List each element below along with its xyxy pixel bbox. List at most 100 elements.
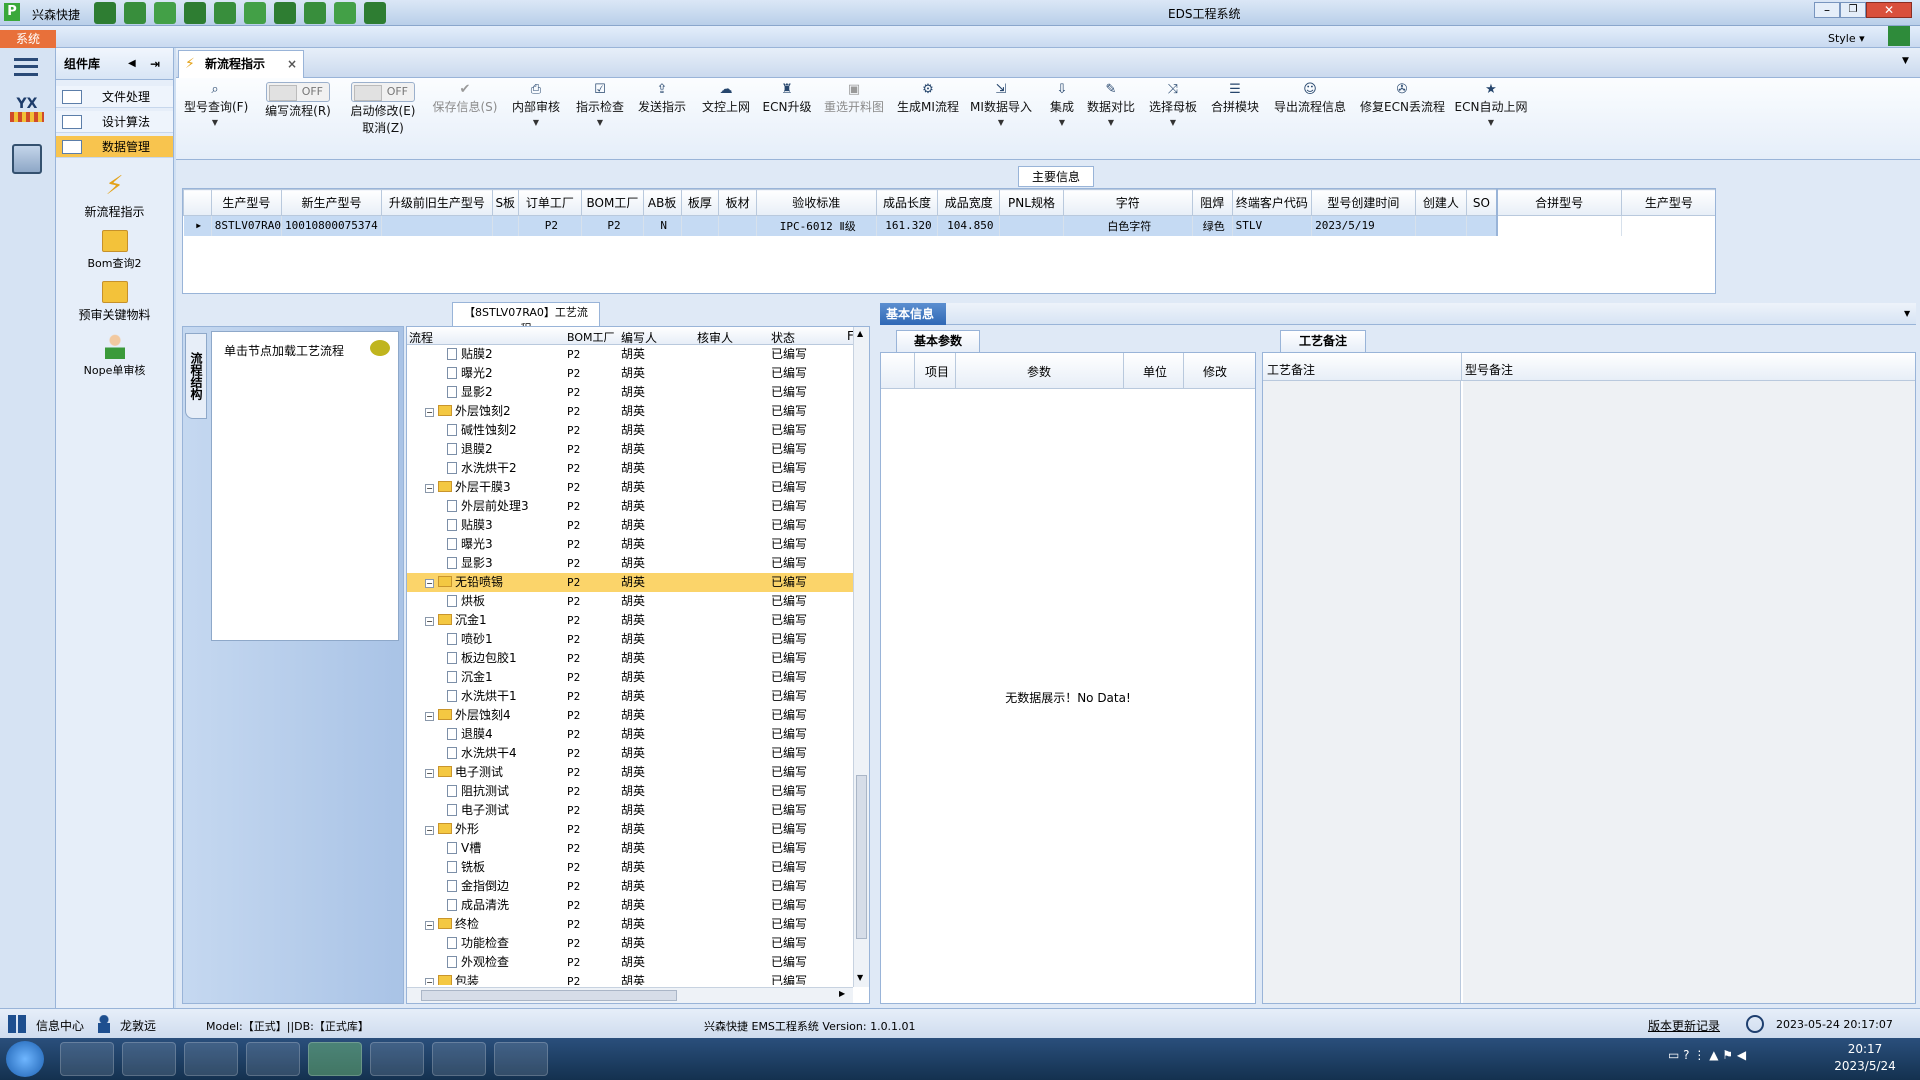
tree-cell-bom[interactable]: P2 xyxy=(567,668,580,687)
info-center-icon[interactable] xyxy=(8,1015,26,1033)
col-header[interactable]: AB板 xyxy=(642,189,682,216)
tree-row[interactable]: 铣板 P2 胡英 已编写 xyxy=(407,858,869,877)
repair-ecn-button[interactable]: ✇ 修复ECN丢流程 xyxy=(1360,82,1445,115)
tree-node[interactable]: 水洗烘干1 xyxy=(447,687,517,706)
tree-cell-bom[interactable]: P2 xyxy=(567,630,580,649)
start-modify-switch[interactable]: OFF xyxy=(351,82,415,102)
tree-node[interactable]: − 外层干膜3 xyxy=(425,478,511,497)
tree-cell-writer[interactable]: 胡英 xyxy=(621,763,645,782)
tree-node[interactable]: 成品清洗 xyxy=(447,896,509,915)
cell[interactable] xyxy=(718,215,757,236)
generate-mi-button[interactable]: ⚙ 生成MI流程 xyxy=(896,82,960,115)
tree-cell-writer[interactable]: 胡英 xyxy=(621,877,645,896)
tree-row[interactable]: 退膜2 P2 胡英 已编写 xyxy=(407,440,869,459)
tree-cell-writer[interactable]: 胡英 xyxy=(621,649,645,668)
tab-new-flow[interactable]: ⚡ 新流程指示 × xyxy=(178,50,304,78)
cell[interactable]: IPC-6012 Ⅱ级 xyxy=(756,215,877,236)
volume-icon[interactable]: ◀ xyxy=(1737,1048,1746,1062)
tree-cell-status[interactable]: 已编写 xyxy=(771,668,807,687)
taskbar-app-eye[interactable] xyxy=(370,1042,424,1076)
tree-node[interactable]: − 外形 xyxy=(425,820,479,839)
tree-node[interactable]: 碱性蚀刻2 xyxy=(447,421,517,440)
tree-cell-bom[interactable]: P2 xyxy=(567,915,580,934)
save-info-button[interactable]: ✔ 保存信息(S) xyxy=(432,82,498,115)
tree-cell-writer[interactable]: 胡英 xyxy=(621,934,645,953)
cell[interactable]: 161.320 xyxy=(876,215,939,236)
tree-node[interactable]: − 电子测试 xyxy=(425,763,503,782)
tree-row[interactable]: − 终检 P2 胡英 已编写 xyxy=(407,915,869,934)
tree-cell-bom[interactable]: P2 xyxy=(567,459,580,478)
tree-cell-bom[interactable]: P2 xyxy=(567,478,580,497)
tree-cell-writer[interactable]: 胡英 xyxy=(621,611,645,630)
col-header[interactable]: 成品长度 xyxy=(875,189,939,216)
start-modify-toggle[interactable]: OFF 启动修改(E) 取消(Z) xyxy=(346,82,420,136)
tree-cell-writer[interactable]: 胡英 xyxy=(621,801,645,820)
tree-cell-bom[interactable]: P2 xyxy=(567,402,580,421)
ecn-auto-online-button[interactable]: ★ ECN自动上网 ▼ xyxy=(1454,82,1528,127)
monitor-quick-icon[interactable] xyxy=(364,2,386,24)
tree-row[interactable]: 曝光3 P2 胡英 已编写 xyxy=(407,535,869,554)
tree-cell-status[interactable]: 已编写 xyxy=(771,725,807,744)
tree-node[interactable]: 烘板 xyxy=(447,592,485,611)
tree-cell-bom[interactable]: P2 xyxy=(567,820,580,839)
tree-cell-writer[interactable]: 胡英 xyxy=(621,915,645,934)
collapse-toggle-icon[interactable]: − xyxy=(425,826,434,835)
side-cell[interactable] xyxy=(1621,215,1715,236)
tree-cell-writer[interactable]: 胡英 xyxy=(621,896,645,915)
changelog-link[interactable]: 版本更新记录 xyxy=(1648,1017,1720,1034)
cell[interactable] xyxy=(1415,215,1468,236)
tree-cell-status[interactable]: 已编写 xyxy=(771,934,807,953)
col-header[interactable]: 字符 xyxy=(1062,189,1193,216)
tree-cell-writer[interactable]: 胡英 xyxy=(621,668,645,687)
tree-node[interactable]: 沉金1 xyxy=(447,668,493,687)
col-header[interactable]: 板厚 xyxy=(680,189,720,216)
tree-cell-bom[interactable]: P2 xyxy=(567,687,580,706)
tree-node[interactable]: 贴膜3 xyxy=(447,516,493,535)
col-header[interactable]: 创建人 xyxy=(1414,189,1468,216)
col-header[interactable]: BOM工厂 xyxy=(567,329,615,345)
tree-cell-status[interactable]: 已编写 xyxy=(771,782,807,801)
start-button[interactable] xyxy=(6,1041,44,1077)
scroll-thumb[interactable] xyxy=(856,775,867,939)
model-remarks-textarea[interactable] xyxy=(1463,381,1915,1003)
col-header[interactable]: 订单工厂 xyxy=(517,189,583,216)
tree-node[interactable]: 金指倒边 xyxy=(447,877,509,896)
tree-cell-writer[interactable]: 胡英 xyxy=(621,535,645,554)
tree-cell-bom[interactable]: P2 xyxy=(567,649,580,668)
tree-cell-bom[interactable]: P2 xyxy=(567,535,580,554)
tree-node[interactable]: 贴膜2 xyxy=(447,345,493,364)
tree-cell-status[interactable]: 已编写 xyxy=(771,649,807,668)
col-header[interactable]: 验收标准 xyxy=(755,189,877,216)
cancel-label[interactable]: 取消(Z) xyxy=(362,121,404,135)
tree-row[interactable]: 外观检查 P2 胡英 已编写 xyxy=(407,953,869,972)
keyboard-icon[interactable]: ▭ xyxy=(1668,1048,1679,1062)
tree-row[interactable]: 显影2 P2 胡英 已编写 xyxy=(407,383,869,402)
tree-row[interactable]: 成品清洗 P2 胡英 已编写 xyxy=(407,896,869,915)
tree-node[interactable]: 功能检查 xyxy=(447,934,509,953)
tree-cell-writer[interactable]: 胡英 xyxy=(621,364,645,383)
grid-quick-icon[interactable] xyxy=(214,2,236,24)
col-header[interactable]: 升级前旧生产型号 xyxy=(380,189,493,216)
tree-cell-writer[interactable]: 胡英 xyxy=(621,706,645,725)
scroll-thumb[interactable] xyxy=(421,990,677,1001)
taskbar-app-x[interactable] xyxy=(432,1042,486,1076)
tree-cell-status[interactable]: 已编写 xyxy=(771,440,807,459)
tree-cell-status[interactable]: 已编写 xyxy=(771,915,807,934)
scroll-right-arrow-icon[interactable]: ▶ xyxy=(839,989,845,998)
tree-vertical-scrollbar[interactable]: ▲ ▼ xyxy=(853,327,869,987)
flow-structure-side-tab[interactable]: 流程结构 xyxy=(185,333,207,419)
tree-row[interactable]: 电子测试 P2 胡英 已编写 xyxy=(407,801,869,820)
tree-row[interactable]: − 外形 P2 胡英 已编写 xyxy=(407,820,869,839)
send-instruction-button[interactable]: ⇪ 发送指示 xyxy=(636,82,688,115)
tree-cell-bom[interactable]: P2 xyxy=(567,592,580,611)
tree-cell-status[interactable]: 已编写 xyxy=(771,535,807,554)
tree-cell-status[interactable]: 已编写 xyxy=(771,801,807,820)
tree-cell-writer[interactable]: 胡英 xyxy=(621,630,645,649)
minimize-button[interactable]: – xyxy=(1814,2,1840,18)
col-header[interactable]: 参数 xyxy=(1027,363,1051,380)
tab-process-remarks[interactable]: 工艺备注 xyxy=(1280,330,1366,352)
tree-cell-writer[interactable]: 胡英 xyxy=(621,687,645,706)
tree-node[interactable]: − 终检 xyxy=(425,915,479,934)
col-header[interactable]: PNL规格 xyxy=(999,189,1064,216)
taskbar-app-shell[interactable] xyxy=(60,1042,114,1076)
